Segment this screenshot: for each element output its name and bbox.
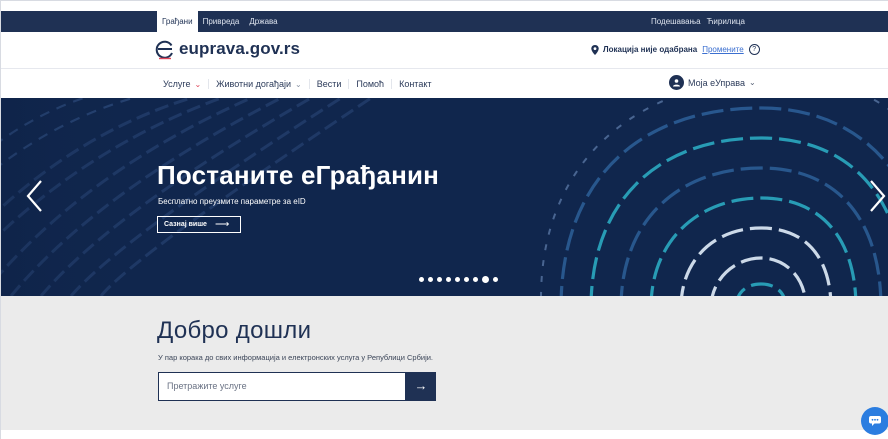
carousel-dot[interactable] — [419, 277, 424, 282]
carousel-dot[interactable] — [482, 276, 489, 283]
welcome-lead: У пар корака до свих информација и елект… — [158, 353, 434, 362]
logo[interactable]: euprava.gov.rs — [155, 38, 300, 60]
script-switch-link[interactable]: Ћирилица — [707, 11, 745, 32]
nav-item-label: Животни догађаји — [216, 79, 292, 89]
chat-button[interactable] — [861, 407, 888, 435]
service-search: Претражите услуге → — [158, 372, 436, 401]
search-input[interactable]: Претражите услуге — [158, 372, 406, 401]
nav-item-help[interactable]: Помоћ — [349, 79, 393, 89]
avatar-icon — [669, 75, 684, 90]
location-bar: Локација није одабрана Промените ? — [591, 44, 760, 55]
carousel-dot[interactable] — [428, 277, 433, 282]
tab-business[interactable]: Привреда — [198, 11, 245, 32]
carousel-dots — [419, 276, 502, 283]
my-account-label: Моја еУправа — [688, 77, 745, 88]
previous-slide-arrow-icon[interactable] — [23, 178, 47, 214]
carousel-dot[interactable] — [437, 277, 442, 282]
search-submit-button[interactable]: → — [406, 372, 436, 401]
nav-item-contact[interactable]: Контакт — [392, 79, 438, 89]
nav-item-services[interactable]: Услуге ⌄ — [159, 79, 210, 89]
nav-item-label: Вести — [316, 79, 342, 89]
carousel-dot[interactable] — [464, 277, 469, 282]
nav-item-label: Помоћ — [356, 79, 385, 89]
top-bar-settings: Подешавања Ћирилица — [651, 11, 751, 32]
top-bar: Грађани Привреда Држава Подешавања Ћирил… — [1, 11, 888, 32]
tab-state[interactable]: Држава — [244, 11, 282, 32]
arrow-right-icon: → — [414, 378, 428, 393]
settings-link[interactable]: Подешавања — [651, 11, 701, 32]
chevron-down-icon: ⌄ — [295, 79, 302, 89]
my-account-menu[interactable]: Моја еУправа ⌄ — [669, 75, 756, 90]
fingerprint-illustration — [1, 98, 888, 296]
chevron-down-icon: ⌄ — [194, 79, 202, 89]
main-nav: Услуге ⌄ Животни догађаји ⌄ Вести Помоћ … — [1, 68, 888, 98]
page: Грађани Привреда Држава Подешавања Ћирил… — [0, 0, 888, 439]
chat-icon — [869, 416, 881, 426]
learn-more-button[interactable]: Сазнај више ⟶ — [157, 216, 241, 233]
carousel-dot[interactable] — [455, 277, 460, 282]
carousel-dot[interactable] — [473, 277, 478, 282]
welcome-section: Добро дошли У пар корака до свих информа… — [1, 296, 888, 430]
logo-text: euprava.gov.rs — [179, 39, 301, 58]
header: euprava.gov.rs Локација није одабрана Пр… — [1, 32, 888, 68]
tab-citizens[interactable]: Грађани — [157, 11, 198, 32]
arrow-right-icon: ⟶ — [214, 219, 230, 230]
nav-item-label: Услуге — [163, 79, 191, 89]
page-bottom-strip — [1, 430, 888, 439]
location-pin-icon — [591, 44, 599, 55]
nav-item-news[interactable]: Вести — [310, 79, 350, 89]
welcome-heading: Добро дошли — [157, 317, 312, 344]
learn-more-label: Сазнај више — [164, 221, 207, 228]
chevron-down-icon: ⌄ — [749, 78, 756, 87]
logo-mark-icon — [155, 40, 173, 60]
location-status: Локација није одабрана — [603, 45, 698, 54]
carousel-dot[interactable] — [493, 277, 498, 282]
next-slide-arrow-icon[interactable] — [865, 178, 888, 214]
hero-subtitle: Бесплатно преузмите параметре за eID — [158, 197, 306, 206]
help-icon[interactable]: ? — [748, 44, 760, 55]
audience-tabs: Грађани Привреда Држава — [157, 11, 283, 32]
hero-carousel: Постаните еГрађанин Бесплатно преузмите … — [1, 98, 888, 296]
carousel-dot[interactable] — [446, 277, 451, 282]
change-location-link[interactable]: Промените — [702, 45, 744, 54]
nav-item-life-events[interactable]: Животни догађаји ⌄ — [209, 79, 310, 89]
nav-item-label: Контакт — [399, 79, 432, 89]
hero-title: Постаните еГрађанин — [157, 160, 440, 190]
